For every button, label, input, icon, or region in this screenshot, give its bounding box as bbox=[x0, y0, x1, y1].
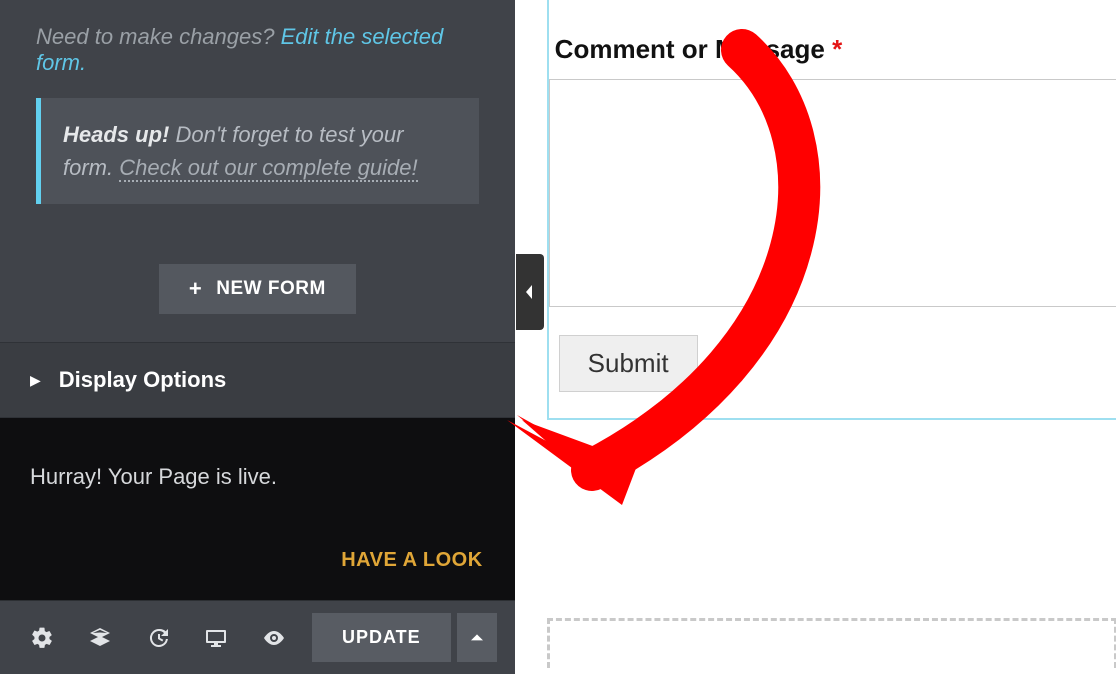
edit-prompt-line: Need to make changes? Edit the selected … bbox=[36, 24, 479, 76]
new-form-section: + NEW FORM bbox=[0, 234, 515, 343]
display-options-label: Display Options bbox=[59, 367, 226, 393]
history-icon[interactable] bbox=[134, 614, 182, 662]
page-live-notice: Hurray! Your Page is live. HAVE A LOOK bbox=[0, 418, 515, 600]
have-a-look-link[interactable]: HAVE A LOOK bbox=[341, 549, 482, 572]
preview-icon[interactable] bbox=[250, 614, 298, 662]
comment-label-text: Comment or Message bbox=[555, 34, 832, 64]
comment-textarea[interactable] bbox=[549, 79, 1116, 307]
responsive-icon[interactable] bbox=[192, 614, 240, 662]
empty-widget-dropzone[interactable] bbox=[547, 618, 1116, 668]
form-widget-preview[interactable]: Comment or Message * Submit bbox=[547, 0, 1116, 420]
page-preview: Comment or Message * Submit bbox=[515, 0, 1116, 674]
heads-up-tip: Heads up! Don't forget to test your form… bbox=[36, 98, 479, 204]
update-button-group: UPDATE bbox=[312, 613, 497, 662]
new-form-button[interactable]: + NEW FORM bbox=[159, 264, 356, 314]
page-live-message: Hurray! Your Page is live. bbox=[30, 464, 485, 490]
heads-up-label: Heads up! bbox=[63, 122, 169, 147]
caret-right-icon: ▶ bbox=[30, 372, 41, 389]
update-options-button[interactable] bbox=[457, 613, 497, 662]
editor-bottombar: UPDATE bbox=[0, 600, 515, 674]
update-button[interactable]: UPDATE bbox=[312, 613, 451, 662]
navigator-icon[interactable] bbox=[76, 614, 124, 662]
required-asterisk: * bbox=[832, 34, 842, 64]
display-options-toggle[interactable]: ▶ Display Options bbox=[0, 343, 515, 418]
new-form-label: NEW FORM bbox=[216, 278, 326, 300]
editor-sidebar: Need to make changes? Edit the selected … bbox=[0, 0, 515, 674]
edit-prompt-text: Need to make changes? bbox=[36, 24, 281, 49]
settings-icon[interactable] bbox=[18, 614, 66, 662]
complete-guide-link[interactable]: Check out our complete guide! bbox=[119, 155, 417, 182]
comment-field-label: Comment or Message * bbox=[555, 34, 1116, 65]
submit-button[interactable]: Submit bbox=[559, 335, 698, 392]
form-widget-panel: Need to make changes? Edit the selected … bbox=[0, 0, 515, 234]
